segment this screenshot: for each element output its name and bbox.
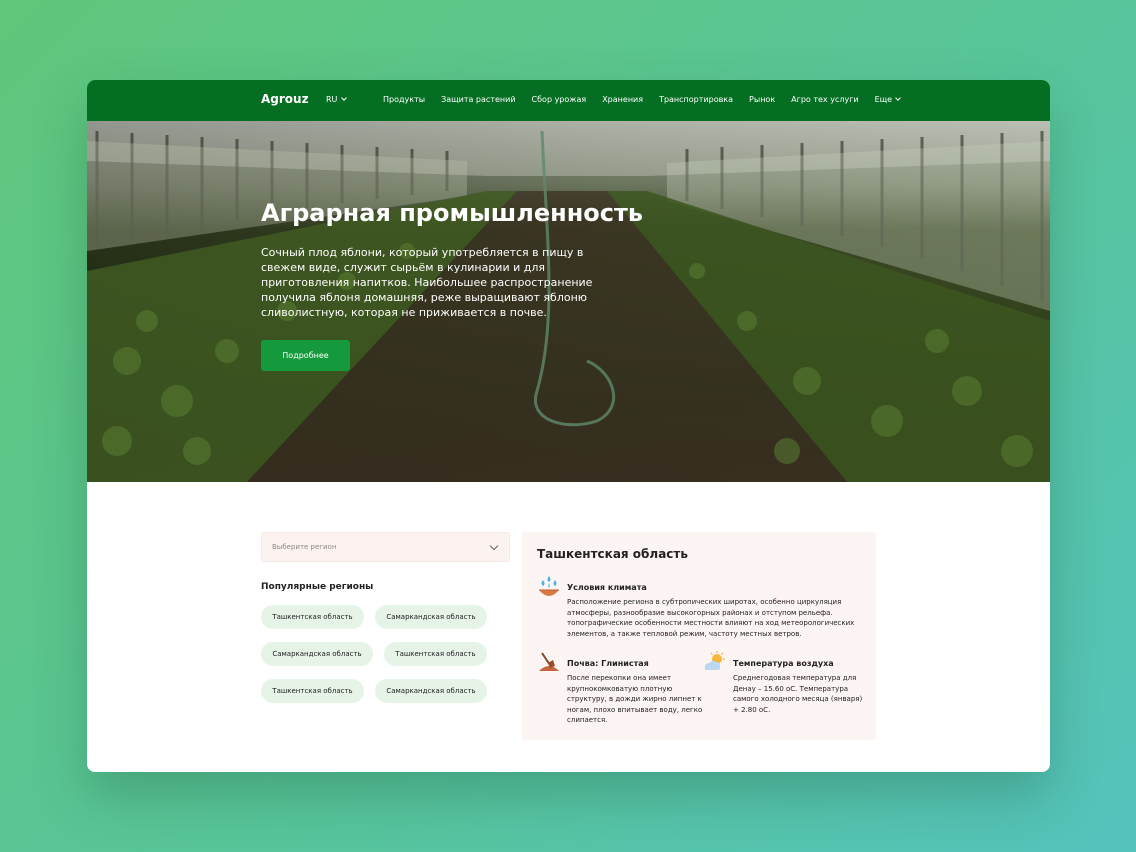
language-label: RU (326, 95, 338, 104)
soil-title: Почва: Глинистая (567, 659, 649, 668)
menu-item-more[interactable]: Еще (875, 95, 901, 104)
menu-item-transport[interactable]: Транспортировка (659, 95, 733, 104)
climate-text: Расположение региона в субтропических ши… (567, 598, 855, 638)
region-chip[interactable]: Самаркандская область (375, 679, 487, 703)
region-select-placeholder: Выберите регион (272, 543, 337, 551)
more-details-button[interactable]: Подробнее (261, 340, 350, 371)
region-chip[interactable]: Ташкентская область (261, 605, 364, 629)
menu-item-market[interactable]: Рынок (749, 95, 775, 104)
region-chip[interactable]: Ташкентская область (261, 679, 364, 703)
shovel-icon (539, 652, 559, 671)
water-drops-icon (539, 576, 559, 596)
chevron-down-icon (895, 95, 901, 101)
sun-cloud-icon (704, 651, 725, 670)
popular-regions-title: Популярные регионы (261, 582, 374, 592)
region-select[interactable]: Выберите регион (261, 532, 510, 562)
hero-banner: Аграрная промышленность Сочный плод ябло… (87, 121, 1050, 482)
language-selector[interactable]: RU (326, 95, 348, 104)
region-chip[interactable]: Самаркандская область (375, 605, 487, 629)
region-chip[interactable]: Ташкентская область (384, 642, 487, 666)
climate-title: Условия климата (567, 583, 647, 592)
region-info-card: Ташкентская область Условия климата Расп… (522, 532, 876, 740)
menu-item-agro-services[interactable]: Агро тех услуги (791, 95, 858, 104)
menu-item-harvest[interactable]: Сбор урожая (532, 95, 587, 104)
region-chip[interactable]: Самаркандская область (261, 642, 373, 666)
menu-item-storage[interactable]: Хранения (602, 95, 643, 104)
chevron-down-icon (341, 95, 348, 101)
temperature-text: Среднегодовая температура для Денау – 15… (733, 674, 863, 714)
main-menu: Продукты Защита растений Сбор урожая Хра… (383, 95, 901, 104)
temperature-title: Температура воздуха (733, 659, 834, 668)
hero-title: Аграрная промышленность (261, 199, 644, 227)
chevron-down-icon (489, 541, 499, 551)
browser-window: Agrouz RU Продукты Защита растений Сбор … (87, 80, 1050, 772)
site-logo[interactable]: Agrouz (261, 92, 309, 106)
top-navbar: Agrouz RU Продукты Защита растений Сбор … (87, 80, 1050, 121)
soil-text: После перекопки она имеет крупнокомковат… (567, 674, 703, 724)
menu-item-plant-protection[interactable]: Защита растений (441, 95, 515, 104)
hero-description: Сочный плод яблони, который употребляетс… (261, 246, 593, 319)
region-info-title: Ташкентская область (537, 547, 688, 561)
menu-item-products[interactable]: Продукты (383, 95, 425, 104)
menu-item-more-label: Еще (874, 95, 893, 104)
